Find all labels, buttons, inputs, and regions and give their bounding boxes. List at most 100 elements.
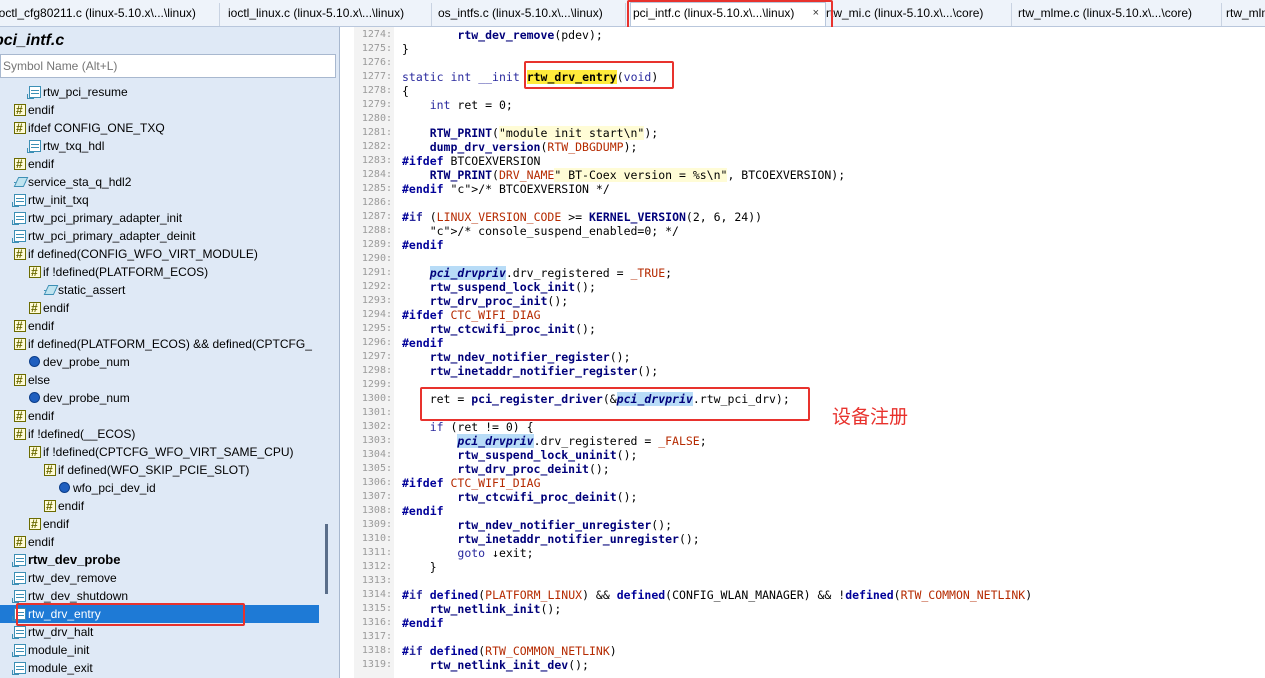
line-number: 1301:	[361, 407, 392, 418]
line-number: 1299:	[361, 379, 392, 390]
line-number: 1283:	[361, 155, 392, 166]
code-line: #endif	[402, 504, 444, 518]
line-number: 1302:	[361, 421, 392, 432]
tree-item[interactable]: endif	[0, 515, 319, 533]
tab-label: ioctl_cfg80211.c (linux-5.10.x\...\linux…	[0, 6, 196, 20]
code-line: rtw_ctcwifi_proc_init();	[429, 322, 596, 336]
tree-item[interactable]: endif	[0, 533, 319, 551]
tree-item[interactable]: endif	[0, 497, 319, 515]
preprocessor-icon	[29, 299, 41, 317]
tree-item-label: endif	[28, 319, 55, 333]
tree-item[interactable]: else	[0, 371, 319, 389]
tree-item[interactable]: ifdef CONFIG_ONE_TXQ	[0, 119, 319, 137]
tab-ioctl-cfg80211[interactable]: ioctl_cfg80211.c (linux-5.10.x\...\linux…	[0, 3, 220, 26]
line-number: 1292:	[361, 281, 392, 292]
line-number: 1290:	[361, 253, 392, 264]
tree-item-label: endif	[28, 535, 55, 549]
annotation-box-function-name	[524, 61, 674, 89]
type-icon	[44, 284, 56, 296]
tab-ioctl-linux[interactable]: ioctl_linux.c (linux-5.10.x\...\linux)	[226, 3, 432, 26]
variable-icon	[59, 482, 70, 493]
code-line: #ifdef BTCOEXVERSION	[402, 154, 541, 168]
tree-item[interactable]: if defined(PLATFORM_ECOS) && defined(CPT…	[0, 335, 319, 353]
tree-item[interactable]: wfo_pci_dev_id	[0, 479, 319, 497]
line-number: 1286:	[361, 197, 392, 208]
tree-item[interactable]: rtw_txq_hdl	[0, 137, 319, 155]
tab-rtw-mlme-ext[interactable]: rtw_mlme_ext.c	[1224, 3, 1265, 26]
line-number: 1278:	[361, 85, 392, 96]
code-line: rtw_ctcwifi_proc_deinit();	[457, 490, 638, 504]
code-line: rtw_ndev_notifier_unregister();	[457, 518, 673, 532]
tree-item[interactable]: module_init	[0, 641, 319, 659]
code-line: #ifdef CTC_WIFI_DIAG	[402, 476, 541, 490]
line-number: 1276:	[361, 57, 392, 68]
tree-item[interactable]: dev_probe_num	[0, 353, 319, 371]
preprocessor-icon	[44, 461, 56, 479]
line-number-gutter: 1274: 1275: 1276: 1277: 1278: 1279: 1280: 1281:…	[354, 27, 394, 678]
function-icon	[12, 572, 26, 585]
code-editor[interactable]: 1274: 1275: 1276: 1277: 1278: 1279: 1280: 1281:…	[354, 27, 1265, 678]
tree-item[interactable]: service_sta_q_hdl2	[0, 173, 319, 191]
tree-item[interactable]: rtw_pci_resume	[0, 83, 319, 101]
tree-item-label: endif	[58, 499, 85, 513]
line-number: 1293:	[361, 295, 392, 306]
tree-item[interactable]: rtw_pci_primary_adapter_deinit	[0, 227, 319, 245]
tab-rtw-mlme[interactable]: rtw_mlme.c (linux-5.10.x\...\core)	[1016, 3, 1222, 26]
code-line: int ret = 0;	[429, 98, 513, 112]
code-line: pci_drvpriv.drv_registered = _TRUE;	[429, 266, 673, 280]
tree-item[interactable]: rtw_pci_primary_adapter_init	[0, 209, 319, 227]
line-number: 1296:	[361, 337, 392, 348]
preprocessor-icon	[14, 533, 26, 551]
tree-item[interactable]: endif	[0, 317, 319, 335]
tree-item[interactable]: module_exit	[0, 659, 319, 677]
function-icon	[12, 194, 26, 207]
function-icon	[12, 212, 26, 225]
line-number: 1305:	[361, 463, 392, 474]
tree-item-label: rtw_pci_primary_adapter_init	[28, 211, 183, 225]
tree-item-label: if !defined(PLATFORM_ECOS)	[43, 265, 209, 279]
preprocessor-icon	[29, 263, 41, 281]
tree-item[interactable]: if defined(CONFIG_WFO_VIRT_MODULE)	[0, 245, 319, 263]
tree-item[interactable]: endif	[0, 101, 319, 119]
tree-item[interactable]: if defined(WFO_SKIP_PCIE_SLOT)	[0, 461, 319, 479]
code-line: RTW_PRINT("module init start\n");	[429, 126, 659, 140]
tree-item[interactable]: static_assert	[0, 281, 319, 299]
line-number: 1309:	[361, 519, 392, 530]
tree-item[interactable]: endif	[0, 155, 319, 173]
line-number: 1280:	[361, 113, 392, 124]
code-line: rtw_ndev_notifier_register();	[429, 350, 631, 364]
tree-item[interactable]: rtw_dev_remove	[0, 569, 319, 587]
preprocessor-icon	[14, 119, 26, 137]
tree-item[interactable]: rtw_init_txq	[0, 191, 319, 209]
tree-item[interactable]: rtw_dev_probe	[0, 551, 319, 569]
symbol-search-input[interactable]	[0, 54, 336, 78]
line-number: 1316:	[361, 617, 392, 628]
tree-item[interactable]: dev_probe_num	[0, 389, 319, 407]
tree-item[interactable]: if !defined(PLATFORM_ECOS)	[0, 263, 319, 281]
line-number: 1308:	[361, 505, 392, 516]
tab-rtw-mi[interactable]: rtw_mi.c (linux-5.10.x\...\core)	[824, 3, 1012, 26]
function-icon	[27, 140, 41, 153]
tab-label: ioctl_linux.c (linux-5.10.x\...\linux)	[228, 6, 405, 20]
code-line: {	[402, 84, 409, 98]
line-number: 1304:	[361, 449, 392, 460]
tab-os-intfs[interactable]: os_intfs.c (linux-5.10.x\...\linux)	[436, 3, 626, 26]
type-icon	[14, 176, 26, 188]
tree-item-label: endif	[28, 157, 55, 171]
tree-item-label: dev_probe_num	[43, 355, 130, 369]
tree-item-label: else	[28, 373, 51, 387]
tree-item[interactable]: if !defined(__ECOS)	[0, 425, 319, 443]
function-icon	[12, 626, 26, 639]
code-line: rtw_drv_proc_deinit();	[457, 462, 610, 476]
symbol-tree: rtw_pci_resumeendif ifdef CONFIG_ONE_TXQr…	[0, 83, 319, 678]
tree-item[interactable]: endif	[0, 407, 319, 425]
code-line: pci_drvpriv.drv_registered = _FALSE;	[457, 434, 707, 448]
annotation-box-register-driver	[420, 387, 810, 421]
tree-item-label: static_assert	[58, 283, 126, 297]
tree-item-label: rtw_dev_probe	[28, 552, 121, 567]
function-icon	[12, 590, 26, 603]
tree-scrollbar[interactable]	[325, 524, 328, 594]
tree-item[interactable]: if !defined(CPTCFG_WFO_VIRT_SAME_CPU)	[0, 443, 319, 461]
tree-item-label: endif	[28, 409, 55, 423]
tree-item[interactable]: endif	[0, 299, 319, 317]
